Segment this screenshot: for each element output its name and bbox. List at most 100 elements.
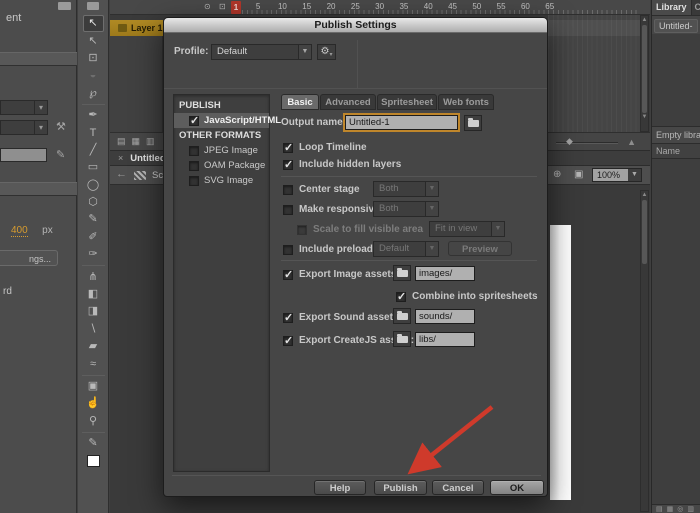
asset-warp-tool[interactable]: ≈ bbox=[83, 355, 104, 372]
format-item-oam-package[interactable]: OAM Package bbox=[174, 158, 269, 173]
new-folder-icon[interactable]: ▦ bbox=[667, 505, 674, 513]
fill-color-swatch[interactable] bbox=[83, 452, 104, 469]
properties-section-header[interactable] bbox=[0, 182, 77, 196]
export-sound-path-input[interactable] bbox=[415, 309, 475, 324]
include-preloader-dropdown[interactable]: Default ▼ bbox=[373, 241, 439, 257]
bone-tool[interactable]: ⋔ bbox=[83, 268, 104, 285]
delete-icon[interactable]: ▥ bbox=[687, 505, 694, 513]
stage-canvas[interactable] bbox=[550, 225, 571, 500]
library-document-selector[interactable]: Untitled-1 bbox=[654, 19, 698, 33]
preview-button[interactable]: Preview bbox=[448, 241, 512, 256]
scroll-down-icon[interactable]: ▼ bbox=[641, 113, 648, 122]
lasso-tool[interactable]: ℘ bbox=[83, 85, 104, 102]
scroll-up-icon[interactable]: ▲ bbox=[641, 16, 648, 25]
pen-tool[interactable]: ✒ bbox=[83, 107, 104, 124]
export-sound-browse-button[interactable] bbox=[393, 308, 411, 324]
center-stage-dropdown[interactable]: Both ▼ bbox=[373, 181, 439, 197]
show-hide-layers-icon[interactable]: ⊙ bbox=[204, 2, 211, 11]
format-item-jpeg-image[interactable]: JPEG Image bbox=[174, 143, 269, 158]
tab-library[interactable]: Library bbox=[652, 0, 692, 15]
library-name-column-header[interactable]: Name bbox=[652, 144, 700, 159]
layer-row-layer-1[interactable]: Layer 1 bbox=[110, 20, 163, 36]
make-responsive-dropdown[interactable]: Both ▼ bbox=[373, 201, 439, 217]
export-createjs-assets-checkbox[interactable] bbox=[283, 336, 293, 346]
oam-package-checkbox[interactable] bbox=[189, 161, 199, 171]
tab-basic[interactable]: Basic bbox=[281, 94, 319, 110]
frame-size-icon[interactable]: ▲ bbox=[627, 137, 636, 147]
loop-timeline-checkbox[interactable] bbox=[283, 143, 293, 153]
pencil-icon[interactable]: ✎ bbox=[56, 148, 65, 161]
free-transform-tool[interactable]: ⊡ bbox=[83, 50, 104, 67]
profile-dropdown[interactable]: Default ▼ bbox=[211, 44, 312, 60]
stage-scrollbar[interactable]: ▲ bbox=[640, 190, 649, 512]
output-name-input[interactable] bbox=[345, 115, 458, 130]
delete-layer-icon[interactable]: ▥ bbox=[146, 136, 155, 147]
publish-settings-shortcut-button[interactable]: ngs... bbox=[0, 250, 58, 266]
scroll-up-icon[interactable]: ▲ bbox=[641, 191, 648, 200]
help-button[interactable]: Help bbox=[314, 480, 366, 495]
lock-layers-icon[interactable]: ⊡ bbox=[219, 2, 226, 11]
zoom-tool[interactable]: ⚲ bbox=[83, 413, 104, 430]
paint-brush-tool[interactable]: ✑ bbox=[83, 246, 104, 263]
jpeg-image-checkbox[interactable] bbox=[189, 146, 199, 156]
ok-button[interactable]: OK bbox=[490, 480, 544, 495]
make-responsive-checkbox[interactable] bbox=[283, 205, 293, 215]
scale-fill-checkbox[interactable] bbox=[297, 225, 307, 235]
selection-tool[interactable]: ↖ bbox=[83, 15, 104, 32]
timeline-ruler[interactable]: ⊙ ⊡ 1 5101520253035404550556065 bbox=[110, 0, 650, 15]
scale-fill-dropdown[interactable]: Fit in view ▼ bbox=[429, 221, 505, 237]
export-createjs-browse-button[interactable] bbox=[393, 331, 411, 347]
timeline-frames-area[interactable] bbox=[548, 15, 640, 132]
paint-bucket-tool[interactable]: ◧ bbox=[83, 286, 104, 303]
panel-grip-icon[interactable] bbox=[87, 2, 99, 10]
tab-cc-libraries[interactable]: C bbox=[692, 0, 700, 15]
wrench-icon[interactable]: ⚒ bbox=[56, 120, 66, 133]
export-image-path-input[interactable] bbox=[415, 266, 475, 281]
rectangle-tool[interactable]: ▭ bbox=[83, 159, 104, 176]
3d-rotation-tool[interactable]: ◒ bbox=[83, 67, 104, 84]
tab-spritesheet[interactable]: Spritesheet bbox=[377, 94, 437, 110]
eyedropper-tool[interactable]: ∖ bbox=[83, 321, 104, 338]
hand-tool[interactable]: ☝ bbox=[83, 395, 104, 412]
new-layer-icon[interactable]: ▤ bbox=[117, 136, 126, 147]
properties-section-header[interactable] bbox=[0, 52, 77, 66]
panel-grip-icon[interactable] bbox=[58, 2, 71, 10]
properties-dropdown[interactable]: ▾ bbox=[0, 100, 48, 115]
camera-tool[interactable]: ▣ bbox=[83, 378, 104, 395]
scrollbar-thumb[interactable] bbox=[642, 200, 647, 264]
output-browse-button[interactable] bbox=[464, 115, 482, 131]
stage-size-value[interactable]: 400 bbox=[11, 225, 28, 237]
pencil-tool[interactable]: ✎ bbox=[83, 211, 104, 228]
close-document-icon[interactable]: × bbox=[118, 153, 123, 163]
ink-bottle-tool[interactable]: ◨ bbox=[83, 303, 104, 320]
back-arrow-icon[interactable]: ← bbox=[116, 168, 127, 180]
include-preloader-checkbox[interactable] bbox=[283, 245, 293, 255]
format-item-javascript-html[interactable]: JavaScript/HTML bbox=[174, 113, 269, 128]
properties-icon[interactable]: ◎ bbox=[677, 505, 683, 513]
playhead[interactable]: 1 bbox=[231, 1, 241, 14]
dialog-title-bar[interactable]: Publish Settings bbox=[164, 18, 547, 33]
export-image-browse-button[interactable] bbox=[393, 265, 411, 281]
new-folder-icon[interactable]: ▦ bbox=[132, 136, 141, 147]
javascript-html-checkbox[interactable] bbox=[189, 116, 199, 126]
profile-options-button[interactable]: ⚙▾ bbox=[317, 44, 336, 60]
tab-web-fonts[interactable]: Web fonts bbox=[438, 94, 494, 110]
center-stage-icon[interactable]: ⊕ bbox=[553, 169, 561, 180]
subselection-tool[interactable]: ↖ bbox=[83, 32, 104, 49]
export-sound-assets-checkbox[interactable] bbox=[283, 313, 293, 323]
cancel-button[interactable]: Cancel bbox=[432, 480, 484, 495]
polystar-tool[interactable]: ⬡ bbox=[83, 194, 104, 211]
properties-text-field[interactable] bbox=[0, 148, 47, 162]
brush-tool[interactable]: ✐ bbox=[83, 229, 104, 246]
tab-advanced[interactable]: Advanced bbox=[320, 94, 376, 110]
text-tool[interactable]: T bbox=[83, 124, 104, 141]
library-item-list[interactable] bbox=[652, 159, 700, 504]
svg-image-checkbox[interactable] bbox=[189, 176, 199, 186]
eraser-tool[interactable]: ▰ bbox=[83, 338, 104, 355]
export-image-assets-checkbox[interactable] bbox=[283, 270, 293, 280]
oval-tool[interactable]: ◯ bbox=[83, 177, 104, 194]
format-item-svg-image[interactable]: SVG Image bbox=[174, 173, 269, 188]
layer-list-area[interactable] bbox=[110, 36, 163, 132]
new-symbol-icon[interactable]: ▤ bbox=[656, 505, 663, 513]
timeline-scrollbar[interactable]: ▲ ▼ bbox=[640, 15, 649, 132]
